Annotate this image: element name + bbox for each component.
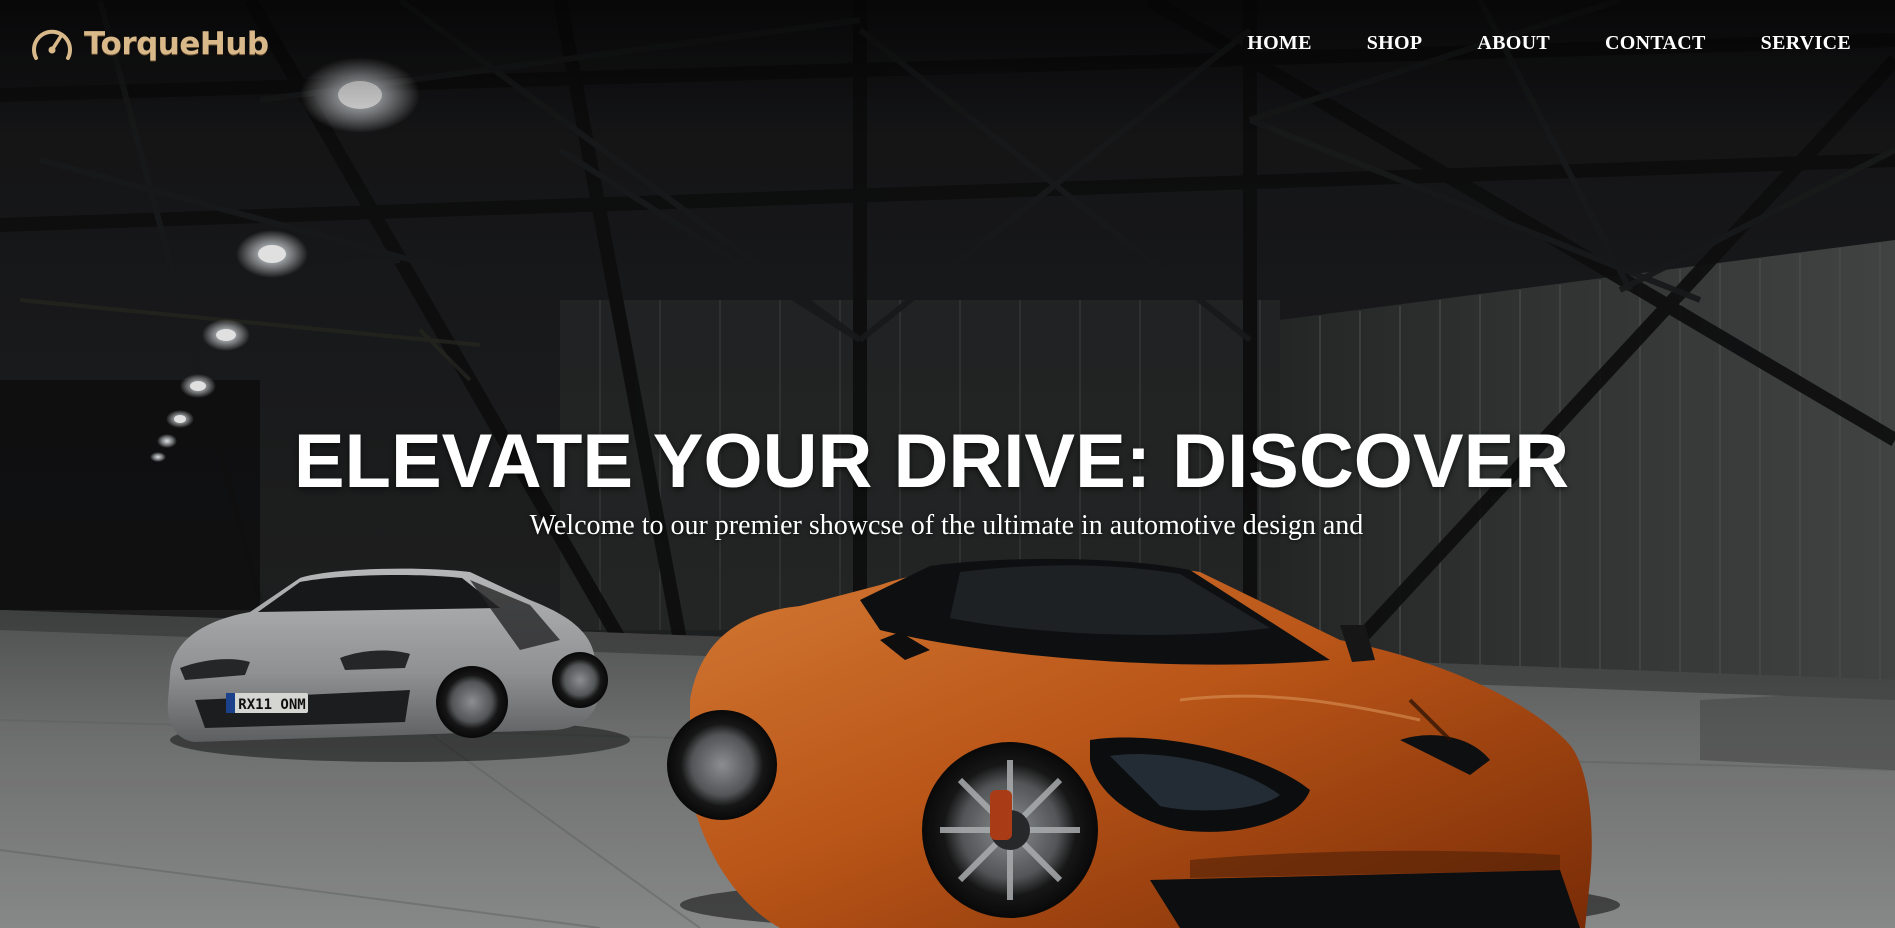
nav-service[interactable]: SERVICE (1761, 32, 1851, 55)
nav-shop[interactable]: SHOP (1367, 32, 1423, 55)
nav-about[interactable]: ABOUT (1477, 32, 1550, 55)
main-nav: HOME SHOP ABOUT CONTACT SERVICE (1192, 32, 1851, 55)
page: RX11 ONM TorqueHub HOME SHOP ABOUT CONTA… (0, 0, 1895, 928)
nav-home[interactable]: HOME (1247, 32, 1312, 55)
hero-title: ELEVATE YOUR DRIVE: DISCOVER (293, 419, 1570, 504)
site-header: TorqueHub HOME SHOP ABOUT CONTACT SERVIC… (0, 0, 1895, 92)
brand-name: TorqueHub (84, 26, 269, 62)
brand-logo[interactable]: TorqueHub (30, 24, 269, 64)
nav-contact[interactable]: CONTACT (1605, 32, 1706, 55)
speedometer-icon (30, 24, 74, 64)
hero-subtitle: Welcome to our premier showcse of the ul… (529, 510, 1364, 541)
